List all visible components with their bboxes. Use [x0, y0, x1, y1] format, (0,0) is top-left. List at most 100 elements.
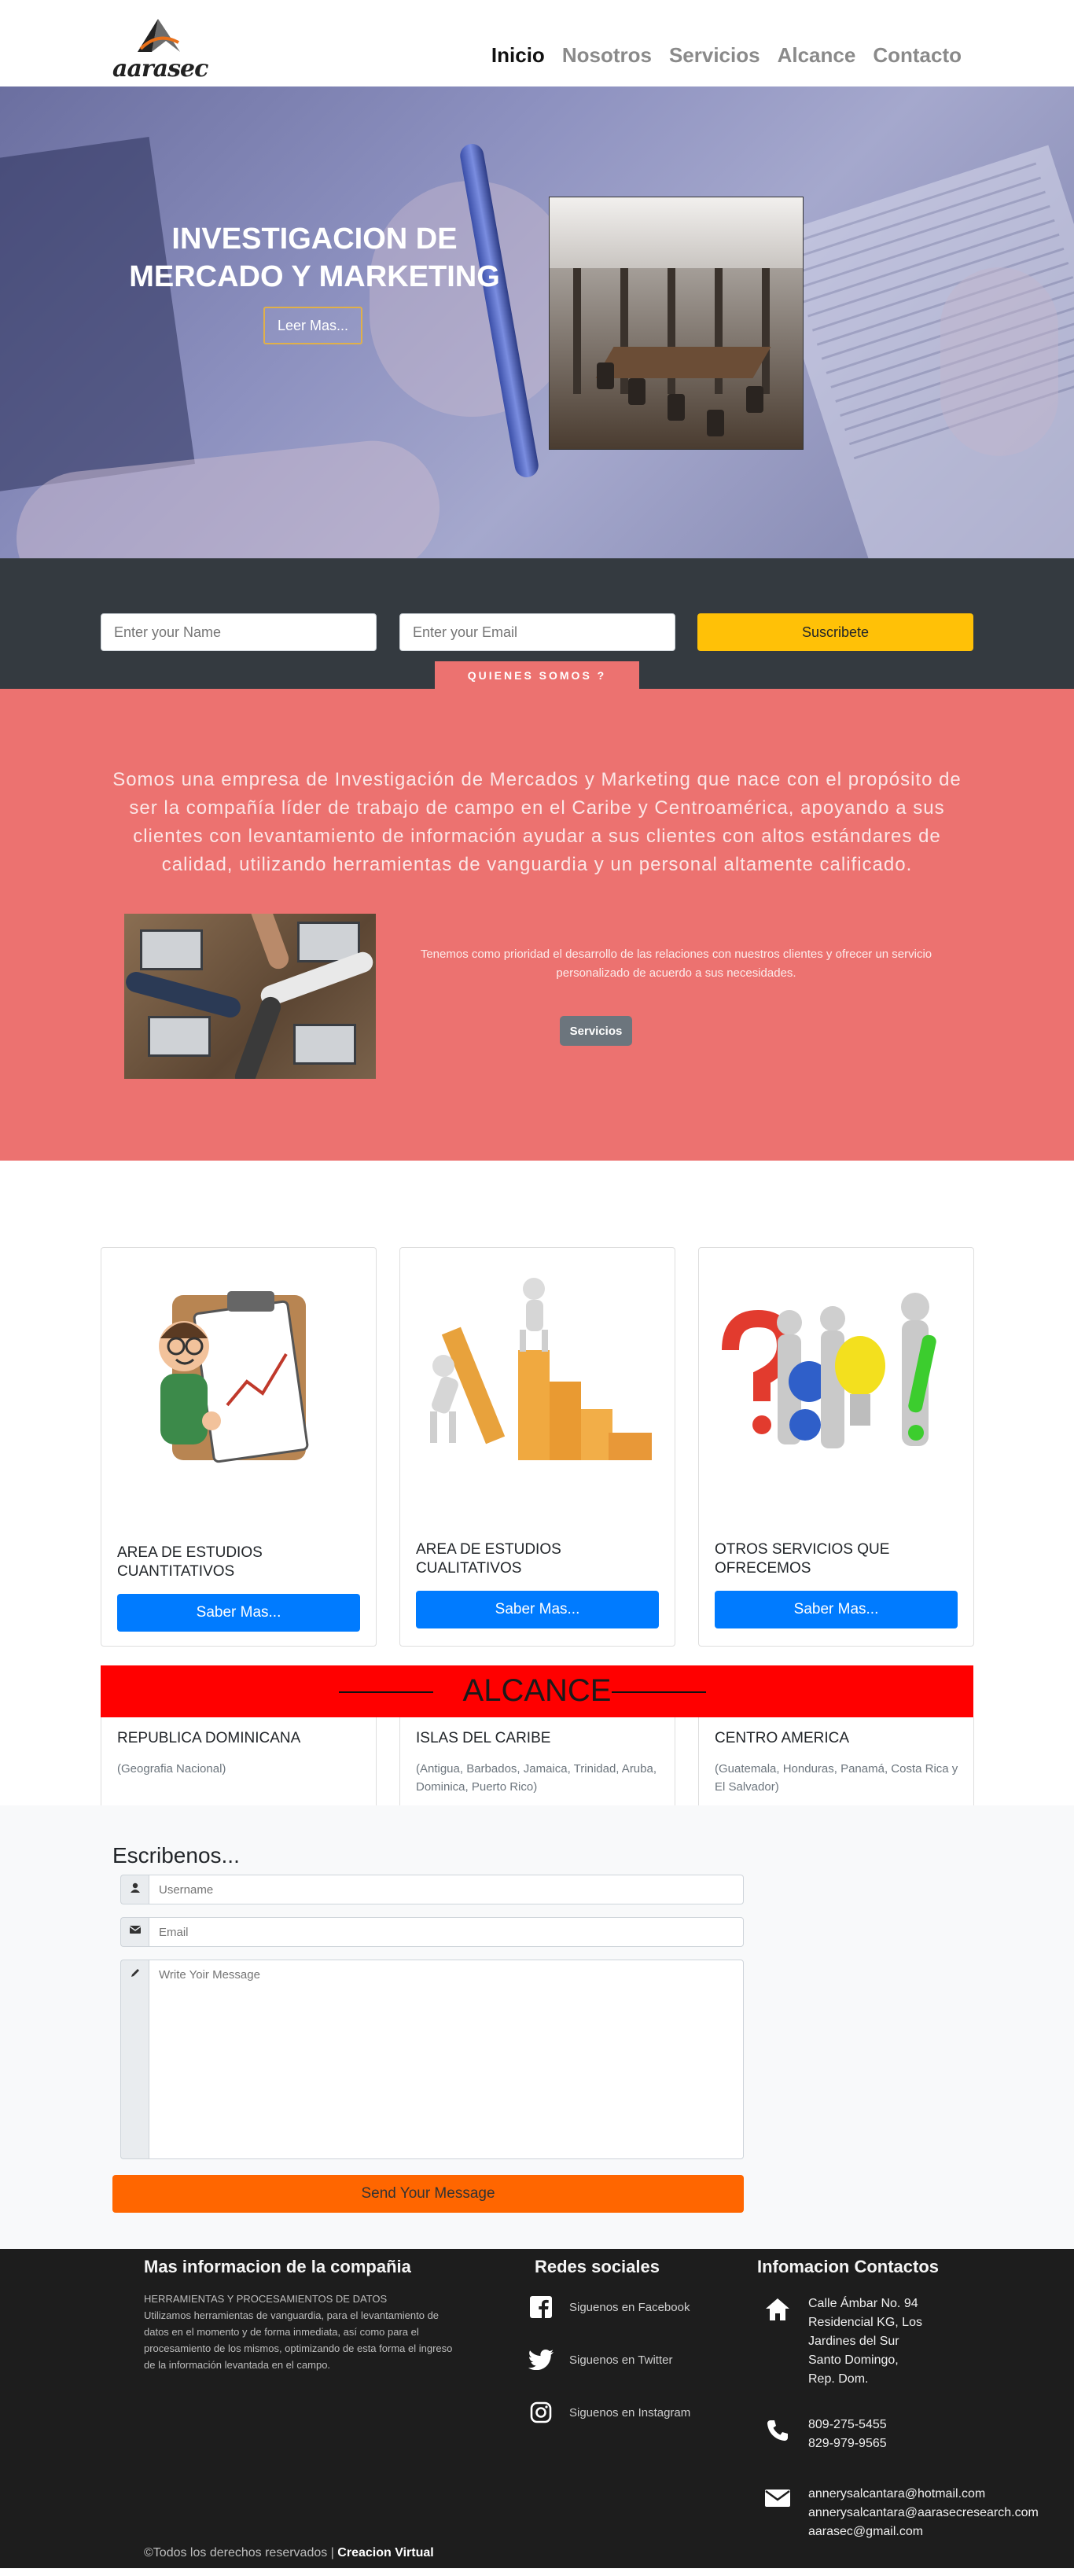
email-input-group	[120, 1917, 744, 1947]
site-footer: Mas informacion de la compañia HERRAMIEN…	[0, 2249, 1074, 2568]
username-input-group	[120, 1875, 744, 1904]
hero-banner: INVESTIGACION DE MERCADO Y MARKETING Lee…	[0, 86, 1074, 558]
hero-bg-folder	[0, 136, 195, 493]
email-address[interactable]: annerysalcantara@aarasecresearch.com	[808, 2504, 1039, 2523]
twitter-icon	[528, 2347, 554, 2372]
quantitative-illustration	[159, 1291, 309, 1463]
about-description: Somos una empresa de Investigación de Me…	[112, 769, 962, 875]
hero-title-line-1: INVESTIGACION DE	[171, 223, 458, 256]
hero-bg-hand	[940, 267, 1058, 456]
instagram-link[interactable]: Siguenos en Instagram	[528, 2400, 690, 2425]
service-more-button[interactable]: Saber Mas...	[117, 1594, 360, 1632]
nav-item-servicios[interactable]: Servicios	[669, 41, 760, 69]
banner-divider	[612, 1691, 706, 1693]
coverage-title: ALCANCE	[462, 1673, 612, 1708]
nav-item-contacto[interactable]: Contacto	[873, 41, 962, 69]
region-title: ISLAS DEL CARIBE	[416, 1730, 551, 1746]
instagram-label: Siguenos en Instagram	[569, 2405, 691, 2420]
envelope-icon	[120, 1917, 149, 1947]
service-title: AREA DE ESTUDIOS CUALITATIVOS	[416, 1541, 561, 1577]
footer-company-text: Utilizamos herramientas de vanguardia, p…	[144, 2309, 453, 2371]
about-side-text: Tenemos como prioridad el desarrollo de …	[420, 948, 932, 980]
facebook-label: Siguenos en Facebook	[569, 2300, 690, 2314]
contact-form-section: Escribenos... Send Your Message	[0, 1805, 1074, 2249]
nav-item-nosotros[interactable]: Nosotros	[562, 41, 652, 69]
region-title: REPUBLICA DOMINICANA	[117, 1730, 301, 1746]
service-card-quantitative: AREA DE ESTUDIOS CUANTITATIVOS Saber Mas…	[101, 1247, 377, 1647]
footer-emails: annerysalcantara@hotmail.com annerysalca…	[763, 2485, 1039, 2541]
coverage-banner: ALCANCE	[101, 1665, 973, 1717]
hero-title-line-2: MERCADO Y MARKETING	[129, 260, 500, 293]
logo-text: aarasec	[112, 55, 208, 83]
service-more-button[interactable]: Saber Mas...	[715, 1591, 958, 1628]
footer-phones: 809-275-5455 829-979-9565	[763, 2416, 887, 2453]
user-icon	[120, 1875, 149, 1904]
email-address[interactable]: aarasec@gmail.com	[808, 2523, 1039, 2541]
instagram-icon	[528, 2400, 554, 2425]
send-message-button[interactable]: Send Your Message	[112, 2175, 744, 2213]
service-card-qualitative: AREA DE ESTUDIOS CUALITATIVOS Saber Mas.…	[399, 1247, 675, 1647]
copyright-text: ©Todos los derechos reservados |	[144, 2546, 334, 2559]
region-card: ISLAS DEL CARIBE (Antigua, Barbados, Jam…	[399, 1717, 675, 1812]
address-line: Jardines del Sur	[808, 2335, 899, 2348]
brand-logo[interactable]: aarasec	[112, 17, 208, 83]
service-title: AREA DE ESTUDIOS CUANTITATIVOS	[117, 1544, 263, 1580]
home-icon	[763, 2294, 793, 2324]
envelope-icon	[763, 2485, 793, 2515]
region-detail: (Geografia Nacional)	[117, 1762, 226, 1776]
services-button[interactable]: Servicios	[560, 1016, 632, 1046]
address-line: Calle Ámbar No. 94	[808, 2297, 918, 2310]
about-section-tab: QUIENES SOMOS ?	[435, 661, 639, 693]
address-line: Santo Domingo,	[808, 2353, 899, 2367]
footer-company-subheading: HERRAMIENTAS Y PROCESAMIENTOS DE DATOS	[144, 2293, 388, 2305]
footer-address: Calle Ámbar No. 94 Residencial KG, Los J…	[763, 2294, 922, 2389]
address-line: Residencial KG, Los	[808, 2316, 922, 2329]
qualitative-illustration	[430, 1278, 652, 1460]
message-textarea[interactable]	[149, 1960, 744, 2159]
main-menu: Inicio Nosotros Servicios Alcance Contac…	[491, 41, 962, 69]
region-title: CENTRO AMERICA	[715, 1730, 850, 1746]
region-detail: (Antigua, Barbados, Jamaica, Trinidad, A…	[416, 1762, 657, 1794]
region-card: REPUBLICA DOMINICANA (Geografia Nacional…	[101, 1717, 377, 1812]
service-card-other: OTROS SERVICIOS QUE OFRECEMOS Saber Mas.…	[698, 1247, 974, 1647]
nav-item-alcance[interactable]: Alcance	[778, 41, 856, 69]
teamwork-image	[124, 914, 376, 1079]
conference-room-image	[549, 197, 804, 450]
phone-number[interactable]: 829-979-9565	[808, 2434, 887, 2453]
message-input-group	[120, 1960, 744, 2159]
footer-contact-heading: Infomacion Contactos	[757, 2257, 940, 2276]
footer-company-heading: Mas informacion de la compañia	[144, 2257, 411, 2276]
subscribe-name-input[interactable]	[101, 613, 377, 651]
hero-title: INVESTIGACION DE MERCADO Y MARKETING	[118, 220, 511, 296]
address-line: Rep. Dom.	[808, 2372, 869, 2386]
footer-social-heading: Redes sociales	[535, 2257, 660, 2276]
about-section: Somos una empresa de Investigación de Me…	[0, 689, 1074, 1161]
top-navbar: aarasec Inicio Nosotros Servicios Alcanc…	[0, 0, 1074, 86]
twitter-label: Siguenos en Twitter	[569, 2353, 673, 2367]
email-address[interactable]: annerysalcantara@hotmail.com	[808, 2485, 1039, 2504]
email-input[interactable]	[149, 1917, 744, 1947]
region-card: CENTRO AMERICA (Guatemala, Honduras, Pan…	[698, 1717, 974, 1812]
subscribe-button[interactable]: Suscribete	[697, 613, 973, 651]
coverage-section: ALCANCE REPUBLICA DOMINICANA (Geografia …	[0, 1656, 1074, 1812]
credit-link[interactable]: Creacion Virtual	[337, 2546, 433, 2559]
logo-mark-icon	[138, 19, 180, 52]
nav-item-inicio[interactable]: Inicio	[491, 41, 545, 69]
region-detail: (Guatemala, Honduras, Panamá, Costa Rica…	[715, 1762, 958, 1794]
subscribe-bar: Suscribete QUIENES SOMOS ?	[0, 558, 1074, 693]
facebook-link[interactable]: Siguenos en Facebook	[528, 2294, 690, 2320]
other-services-illustration	[722, 1293, 936, 1448]
copyright: ©Todos los derechos reservados | Creacio…	[144, 2546, 434, 2560]
read-more-button[interactable]: Leer Mas...	[263, 307, 362, 344]
pencil-icon	[120, 1960, 149, 2159]
facebook-icon	[528, 2294, 554, 2320]
subscribe-email-input[interactable]	[399, 613, 675, 651]
contact-heading: Escribenos...	[112, 1843, 240, 1868]
phone-icon	[763, 2416, 793, 2445]
service-title: OTROS SERVICIOS QUE OFRECEMOS	[715, 1541, 890, 1577]
twitter-link[interactable]: Siguenos en Twitter	[528, 2347, 672, 2372]
username-input[interactable]	[149, 1875, 744, 1904]
services-section: AREA DE ESTUDIOS CUANTITATIVOS Saber Mas…	[0, 1161, 1074, 1656]
service-more-button[interactable]: Saber Mas...	[416, 1591, 659, 1628]
phone-number[interactable]: 809-275-5455	[808, 2416, 887, 2434]
